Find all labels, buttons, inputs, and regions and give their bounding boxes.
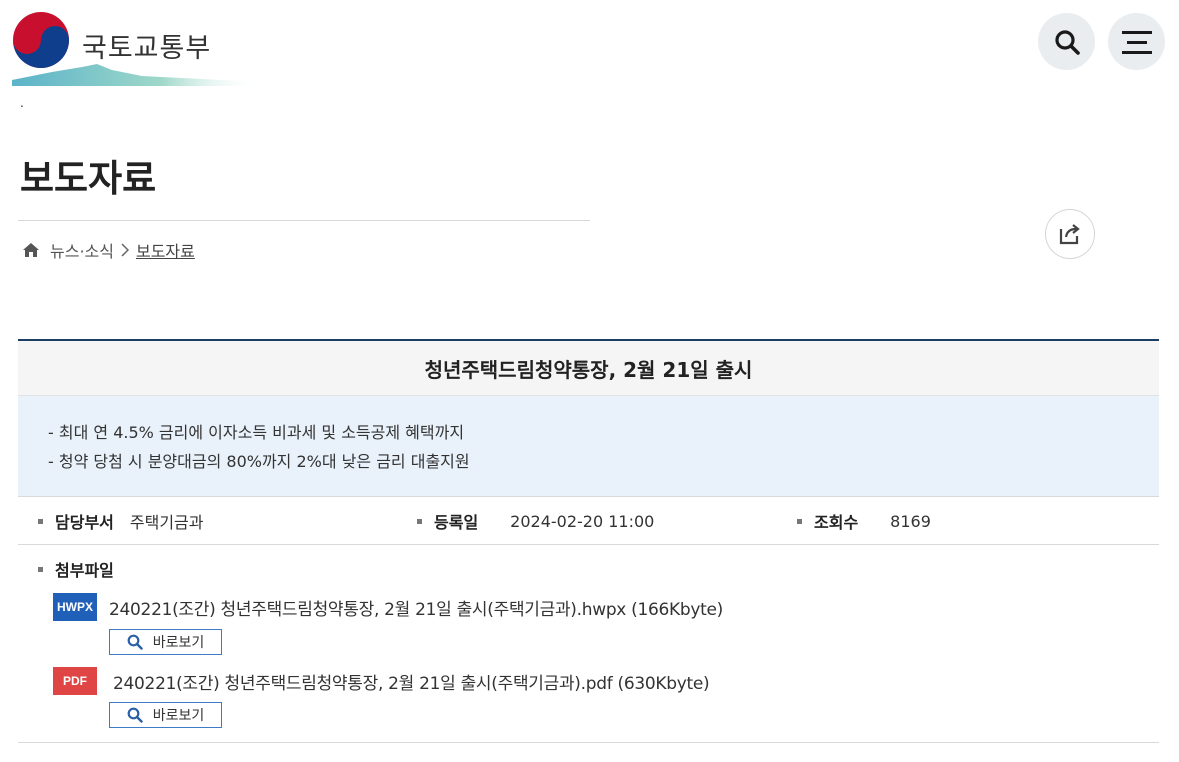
share-icon — [1059, 224, 1080, 245]
site-header: 국토교통부 — [0, 0, 1179, 95]
meta-date: 등록일 2024-02-20 11:00 — [417, 497, 654, 545]
title-divider — [18, 220, 590, 221]
department-value: 주택기금과 — [129, 513, 204, 532]
menu-button[interactable] — [1108, 13, 1165, 70]
search-icon — [1054, 29, 1080, 55]
views-value: 8169 — [890, 511, 931, 531]
share-button[interactable] — [1045, 209, 1095, 259]
stray-dot: . — [20, 96, 24, 110]
attachment-link[interactable]: 240221(조간) 청년주택드림청약통장, 2월 21일 출시(주택기금과).… — [113, 669, 710, 694]
date-value: 2024-02-20 11:00 — [510, 511, 655, 531]
attachment-link[interactable]: 240221(조간) 청년주택드림청약통장, 2월 21일 출시(주택기금과).… — [109, 595, 723, 620]
home-icon[interactable] — [22, 242, 40, 258]
view-button-label: 바로보기 — [152, 708, 205, 724]
article-title: 청년주택드림청약통장, 2월 21일 출시 — [18, 339, 1159, 396]
meta-views: 조회수 8169 — [797, 497, 931, 545]
hwpx-file-icon: HWPX — [53, 593, 97, 621]
breadcrumb-item-news[interactable]: 뉴스·소식 — [50, 238, 114, 262]
page-title: 보도자료 — [20, 157, 157, 200]
magnifier-icon — [127, 634, 143, 650]
attachments: 첨부파일 HWPX 240221(조간) 청년주택드림청약통장, 2월 21일 … — [18, 545, 1159, 743]
logo-text: 국토교통부 — [82, 33, 212, 64]
meta-department: 담당부서 주택기금과 — [38, 497, 204, 545]
bullet — [38, 566, 43, 572]
summary-line: 최대 연 4.5% 금리에 이자소득 비과세 및 소득공제 혜택까지 — [48, 418, 1129, 447]
date-label: 등록일 — [434, 513, 479, 532]
breadcrumb-item-current[interactable]: 보도자료 — [136, 238, 195, 262]
bullet — [417, 518, 422, 524]
views-label: 조회수 — [814, 513, 859, 532]
search-button[interactable] — [1038, 13, 1095, 70]
view-button[interactable]: 바로보기 — [109, 702, 222, 728]
summary-line: 청약 당첨 시 분양대금의 80%까지 2%대 낮은 금리 대출지원 — [48, 447, 1129, 476]
attachment-hwpx: HWPX 240221(조간) 청년주택드림청약통장, 2월 21일 출시(주택… — [53, 593, 723, 621]
press-release-article: 청년주택드림청약통장, 2월 21일 출시 최대 연 4.5% 금리에 이자소득… — [18, 339, 1159, 743]
menu-icon — [1121, 30, 1152, 54]
pdf-file-icon: PDF — [53, 667, 97, 695]
view-button-label: 바로보기 — [152, 635, 205, 651]
article-meta: 담당부서 주택기금과 등록일 2024-02-20 11:00 조회수 8169 — [18, 497, 1159, 545]
attachments-heading: 첨부파일 — [38, 557, 114, 581]
magnifier-icon — [127, 707, 143, 723]
bullet — [38, 518, 43, 524]
attachment-pdf: PDF 240221(조간) 청년주택드림청약통장, 2월 21일 출시(주택기… — [53, 667, 710, 695]
bullet — [797, 518, 802, 524]
attachments-label: 첨부파일 — [55, 561, 114, 580]
chevron-right-icon — [120, 243, 130, 257]
article-summary: 최대 연 4.5% 금리에 이자소득 비과세 및 소득공제 혜택까지 청약 당첨… — [18, 396, 1159, 497]
view-button[interactable]: 바로보기 — [109, 629, 222, 655]
department-label: 담당부서 — [55, 513, 114, 532]
breadcrumb: 뉴스·소식 보도자료 — [22, 238, 195, 262]
